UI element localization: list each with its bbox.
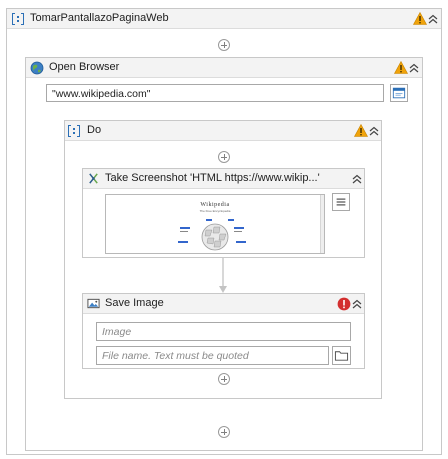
do-block-header[interactable]: Do (65, 121, 381, 141)
add-activity-icon[interactable] (218, 39, 230, 51)
warning-icon[interactable] (354, 124, 368, 137)
preview-scrollbar[interactable] (320, 195, 324, 253)
url-input[interactable]: "www.wikipedia.com" (46, 84, 384, 102)
take-screenshot-activity[interactable]: Take Screenshot 'HTML https://www.wikip.… (82, 168, 365, 258)
collapse-icon[interactable] (409, 63, 419, 73)
preview-link-block (180, 231, 188, 232)
connector-arrow (219, 258, 227, 293)
add-activity-icon[interactable] (218, 426, 230, 438)
image-icon (87, 298, 100, 309)
collapse-icon[interactable] (428, 14, 438, 24)
browse-folder-button[interactable] (332, 346, 351, 365)
preview-link-block (178, 241, 188, 243)
collapse-icon[interactable] (352, 299, 362, 309)
preview-link-block (228, 219, 234, 221)
collapse-icon[interactable] (352, 174, 362, 184)
preview-link-block (206, 219, 212, 221)
add-activity-icon[interactable] (218, 373, 230, 385)
open-browser-header[interactable]: Open Browser (26, 58, 422, 78)
preview-link-block (234, 227, 244, 229)
preview-tagline: The Free Encyclopedia (199, 209, 231, 213)
do-block-title: Do (87, 124, 102, 136)
preview-link-block (236, 241, 246, 243)
screenshot-preview[interactable]: Wikipedia The Free Encyclopedia (105, 194, 325, 254)
globe-icon (30, 61, 44, 75)
root-sequence-header[interactable]: TomarPantallazoPaginaWeb (7, 9, 441, 29)
warning-icon[interactable] (413, 12, 427, 25)
browser-select-button[interactable] (390, 84, 408, 102)
open-browser-title: Open Browser (49, 61, 120, 73)
root-sequence-title: TomarPantallazoPaginaWeb (30, 12, 169, 24)
browser-icon (392, 87, 406, 99)
filename-input[interactable]: File name. Text must be quoted (96, 346, 329, 365)
preview-logo-text: Wikipedia (200, 202, 230, 208)
take-screenshot-title: Take Screenshot 'HTML https://www.wikip.… (105, 172, 320, 184)
preview-link-block (180, 227, 190, 229)
warning-icon[interactable] (394, 61, 408, 74)
take-screenshot-header[interactable]: Take Screenshot 'HTML https://www.wikip.… (83, 169, 364, 189)
save-image-header[interactable]: Save Image (83, 294, 364, 314)
error-icon[interactable] (337, 297, 351, 311)
save-image-title: Save Image (105, 297, 164, 309)
save-image-activity[interactable]: Save Image Image File name. Text must be… (82, 293, 365, 369)
preview-link-block (234, 231, 242, 232)
preview-menu-button[interactable] (332, 193, 350, 211)
image-input[interactable]: Image (96, 322, 351, 341)
add-activity-icon[interactable] (218, 151, 230, 163)
collapse-icon[interactable] (369, 126, 379, 136)
folder-icon (334, 351, 349, 361)
camera-icon (89, 173, 98, 184)
sequence-icon (12, 13, 24, 25)
sequence-icon (68, 125, 80, 137)
wikipedia-globe-icon (201, 223, 229, 251)
menu-icon (336, 198, 346, 206)
